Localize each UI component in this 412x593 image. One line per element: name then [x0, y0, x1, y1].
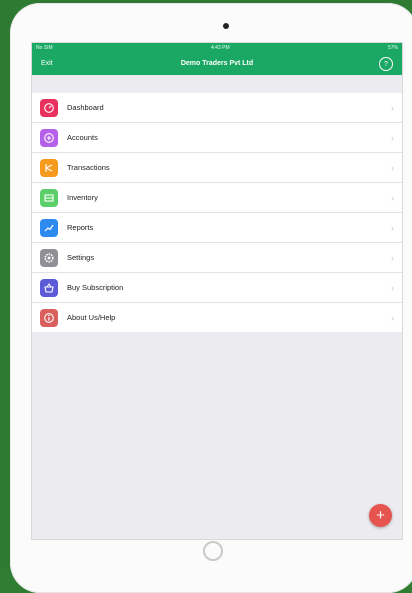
exit-button[interactable]: Exit: [41, 60, 53, 67]
chevron-right-icon: ›: [391, 252, 394, 263]
subscription-icon: [40, 278, 58, 297]
menu-label: About Us/Help: [67, 313, 116, 322]
home-button[interactable]: [203, 541, 223, 561]
menu-label: Settings: [67, 253, 95, 262]
menu-item-dashboard[interactable]: Dashboard ›: [32, 93, 402, 123]
navigation-bar: Exit Demo Traders Pvt Ltd ?: [32, 52, 402, 75]
add-icon: +: [376, 507, 385, 524]
menu-item-buy-subscription[interactable]: Buy Subscription ›: [32, 273, 402, 303]
chevron-right-icon: ›: [391, 192, 394, 203]
reports-icon: [40, 218, 58, 237]
menu-item-settings[interactable]: Settings ›: [32, 243, 402, 273]
chevron-right-icon: ›: [391, 102, 394, 113]
menu-label: Inventory: [67, 193, 98, 202]
chevron-right-icon: ›: [391, 222, 394, 233]
menu-item-inventory[interactable]: Inventory ›: [32, 183, 402, 213]
menu-label: Dashboard: [67, 103, 104, 112]
settings-icon: [40, 248, 58, 267]
menu-label: Buy Subscription: [67, 283, 124, 292]
chevron-right-icon: ›: [391, 282, 394, 293]
accounts-icon: [40, 128, 58, 147]
main-menu: Dashboard › Accounts › Transactions › In…: [32, 93, 402, 332]
chevron-right-icon: ›: [391, 162, 394, 173]
menu-item-transactions[interactable]: Transactions ›: [32, 153, 402, 183]
carrier-text: No SIM: [36, 44, 53, 51]
clock-text: 4:43 PM: [211, 44, 230, 51]
about-icon: [40, 308, 58, 327]
menu-item-reports[interactable]: Reports ›: [32, 213, 402, 243]
chevron-right-icon: ›: [391, 312, 394, 323]
chevron-right-icon: ›: [391, 132, 394, 143]
app-screen: No SIM 4:43 PM 57% Exit Demo Traders Pvt…: [31, 42, 403, 540]
add-button[interactable]: +: [369, 504, 392, 527]
menu-item-about-help[interactable]: About Us/Help ›: [32, 303, 402, 332]
inventory-icon: [40, 188, 58, 207]
menu-label: Reports: [67, 223, 94, 232]
menu-label: Transactions: [67, 163, 110, 172]
page-title: Demo Traders Pvt Ltd: [180, 60, 254, 67]
menu-item-accounts[interactable]: Accounts ›: [32, 123, 402, 153]
menu-label: Accounts: [67, 133, 98, 142]
help-icon[interactable]: ?: [379, 57, 393, 71]
dashboard-icon: [40, 98, 58, 117]
battery-text: 57%: [387, 44, 398, 51]
camera: [223, 23, 229, 29]
transactions-icon: [40, 158, 58, 177]
status-bar: No SIM 4:43 PM 57%: [32, 43, 402, 52]
